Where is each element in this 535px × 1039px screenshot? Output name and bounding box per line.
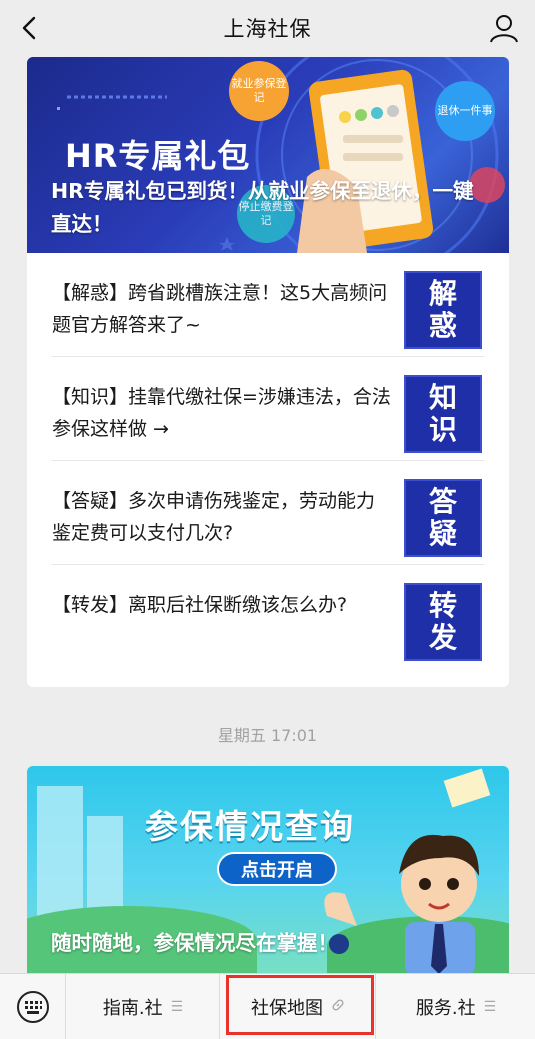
link-icon [331,998,345,1016]
menu-map-label: 社保地图 [251,998,323,1019]
bottom-menu-bar: 指南.社 ☰ 社保地图 服务.社 ☰ [0,973,535,1039]
list-item-title: 【转发】离职后社保断缴该怎么办? [52,594,348,616]
list-item[interactable]: 【解惑】跨省跳槽族注意！这5大高频问题官方解答来了~ 解惑 [52,253,484,357]
bubble-retirement: 退休一件事 [435,81,495,141]
banner-caption: HR专属礼包已到货！从就业参保至退休，一键直达！ [51,179,474,236]
list-item-title: 【解惑】跨省跳槽族注意！这5大高频问题官方解答来了~ [52,282,388,336]
menu-service[interactable]: 服务.社 ☰ [377,974,535,1039]
thumbnail-label: 转发 [428,589,457,654]
list-item-title: 【答疑】多次申请伤残鉴定，劳动能力鉴定费可以支付几次? [52,490,376,544]
top-bar: 上海社保 [0,0,535,56]
user-icon[interactable] [487,11,521,45]
list-item-thumbnail: 转发 [404,583,482,661]
article-list: 【解惑】跨省跳槽族注意！这5大高频问题官方解答来了~ 解惑 【知识】挂靠代缴社保… [27,253,509,669]
keyboard-icon[interactable] [0,974,66,1039]
article-card: 就业参保登记 退休一件事 停止缴费登记 HR专属礼包 HR专属礼包已到货！从就业… [27,57,509,687]
list-item-thumbnail: 知识 [404,375,482,453]
menu-guide-label: 指南.社 [102,998,163,1019]
list-item-thumbnail: 答疑 [404,479,482,557]
thumbnail-label: 解惑 [428,277,457,342]
chevron-left-icon[interactable] [14,12,46,44]
list-item[interactable]: 【知识】挂靠代缴社保=涉嫌违法，合法参保这样做 → 知识 [52,357,484,461]
message-timestamp: 星期五 17:01 [217,726,318,745]
promo-heading: 参保情况查询 [145,807,355,846]
menu-guide[interactable]: 指南.社 ☰ [67,974,220,1039]
list-item-thumbnail: 解惑 [404,271,482,349]
menu-social-security-map[interactable]: 社保地图 [221,974,376,1039]
insurance-query-banner[interactable]: 参保情况查询 点击开启 随时随地，参保情况尽在掌握！ [27,766,509,976]
thumbnail-label: 知识 [428,381,457,446]
menu-lines-icon: ☰ [170,999,184,1015]
open-button[interactable]: 点击开启 [217,852,337,886]
list-item[interactable]: 【答疑】多次申请伤残鉴定，劳动能力鉴定费可以支付几次? 答疑 [52,461,484,565]
banner-heading: HR专属礼包 [65,137,251,175]
menu-service-label: 服务.社 [415,998,476,1019]
thumbnail-label: 答疑 [428,485,457,550]
list-item-title: 【知识】挂靠代缴社保=涉嫌违法，合法参保这样做 → [52,386,391,440]
bubble-employment-registration: 就业参保登记 [229,61,289,121]
page-title: 上海社保 [223,17,312,41]
hr-gift-banner[interactable]: 就业参保登记 退休一件事 停止缴费登记 HR专属礼包 HR专属礼包已到货！从就业… [27,57,509,253]
list-item[interactable]: 【转发】离职后社保断缴该怎么办? 转发 [52,565,484,669]
menu-lines-icon: ☰ [483,999,497,1015]
promo-caption: 随时随地，参保情况尽在掌握！ [51,931,338,955]
